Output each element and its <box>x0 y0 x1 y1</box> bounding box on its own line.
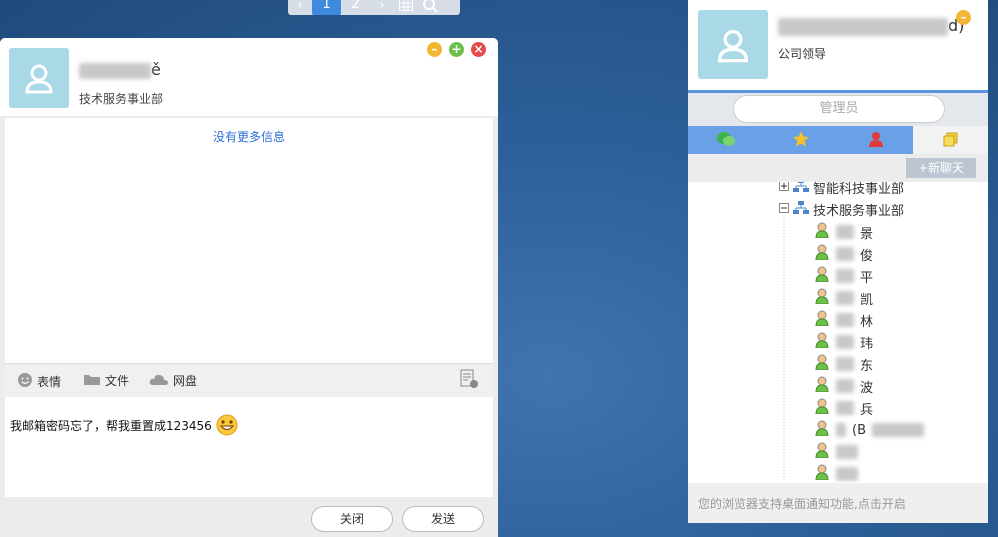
grin-emoji-icon <box>216 414 238 439</box>
my-name: d) <box>778 16 964 36</box>
org-chart-icon <box>793 200 809 219</box>
contact-name: ě <box>79 60 161 79</box>
org-chart-icon <box>793 182 809 197</box>
user-online-icon <box>814 310 830 330</box>
list-item[interactable]: (B <box>814 420 924 440</box>
search-input[interactable]: 管理员 <box>733 95 945 123</box>
tab-groups[interactable] <box>913 126 988 154</box>
message-input[interactable]: 我邮箱密码忘了，帮我重置成123456 <box>5 397 493 497</box>
file-label: 文件 <box>105 374 130 388</box>
list-item[interactable]: 俊 <box>814 244 873 264</box>
folder-icon <box>83 372 101 389</box>
chat-bubble-icon <box>716 130 736 151</box>
list-item[interactable]: 林 <box>814 310 873 330</box>
redacted-name <box>79 62 151 79</box>
panel-tabs <box>688 126 988 154</box>
grid-view-icon[interactable] <box>394 0 418 15</box>
close-button[interactable]: 关闭 <box>311 506 393 532</box>
list-item[interactable]: 平 <box>814 266 873 286</box>
message-history[interactable]: 没有更多信息 <box>5 118 493 363</box>
user-online-icon <box>814 420 830 440</box>
search-row: 管理员 <box>688 93 988 126</box>
panel-toolbar: +新聊天 <box>688 154 988 182</box>
contact-avatar[interactable] <box>9 48 69 108</box>
tab-contacts[interactable] <box>838 126 913 154</box>
list-item[interactable]: 波 <box>814 376 873 396</box>
tree-group-smart-tech[interactable]: 智能科技事业部 <box>779 182 904 197</box>
window-controls: – + × <box>427 42 486 57</box>
emoji-button[interactable]: 表情 <box>17 372 61 391</box>
user-online-icon <box>814 376 830 396</box>
tab-favorites[interactable] <box>763 126 838 154</box>
netdisk-label: 网盘 <box>173 374 198 388</box>
maximize-button[interactable]: + <box>449 42 464 57</box>
org-tree[interactable]: 智能科技事业部 技术服务事业部 景 俊 平 凯 林 玮 东 波 兵 (B <box>688 182 988 482</box>
new-chat-button[interactable]: +新聊天 <box>906 158 976 178</box>
user-online-icon <box>814 464 830 482</box>
smiley-icon <box>17 372 33 391</box>
list-item[interactable]: 兵 <box>814 398 873 418</box>
chat-header: ě 技术服务事业部 – + × <box>0 38 498 116</box>
panel-minimize-button[interactable]: – <box>956 10 971 25</box>
chat-pager: ‹ 1 2 › <box>288 0 460 15</box>
netdisk-button[interactable]: 网盘 <box>149 372 197 389</box>
list-item[interactable]: 玮 <box>814 332 873 352</box>
collapse-minus-icon <box>779 202 789 217</box>
send-button[interactable]: 发送 <box>402 506 484 532</box>
user-online-icon <box>814 288 830 308</box>
expand-plus-icon <box>779 182 789 195</box>
cloud-icon <box>149 372 169 389</box>
list-item[interactable] <box>814 442 864 462</box>
group-label: 技术服务事业部 <box>813 204 905 219</box>
page-2-button[interactable]: 2 <box>341 0 370 15</box>
user-online-icon <box>814 398 830 418</box>
redacted-my-name <box>778 17 948 36</box>
file-button[interactable]: 文件 <box>83 372 129 389</box>
history-doc-icon <box>459 369 479 392</box>
person-icon <box>867 130 885 151</box>
page-1-button[interactable]: 1 <box>312 0 341 15</box>
group-label: 智能科技事业部 <box>813 182 905 197</box>
emoji-label: 表情 <box>37 375 62 389</box>
tree-group-tech-service[interactable]: 技术服务事业部 <box>779 200 904 219</box>
notification-text[interactable]: 您的浏览器支持桌面通知功能,点击开启 <box>698 495 906 512</box>
tab-recent-chats[interactable] <box>688 126 763 154</box>
list-item[interactable] <box>814 464 864 482</box>
my-role: 公司领导 <box>778 47 827 61</box>
no-more-messages-link[interactable]: 没有更多信息 <box>5 128 493 145</box>
next-page-button[interactable]: › <box>370 0 394 15</box>
search-icon[interactable] <box>418 0 442 15</box>
minimize-button[interactable]: – <box>427 42 442 57</box>
prev-page-button[interactable]: ‹ <box>288 0 312 15</box>
user-online-icon <box>814 332 830 352</box>
notification-banner[interactable]: 您的浏览器支持桌面通知功能,点击开启 <box>688 483 988 523</box>
list-item[interactable]: 凯 <box>814 288 873 308</box>
user-online-icon <box>814 442 830 462</box>
list-item[interactable]: 景 <box>814 222 873 242</box>
list-item[interactable]: 东 <box>814 354 873 374</box>
message-input-text[interactable]: 我邮箱密码忘了，帮我重置成123456 <box>10 414 238 439</box>
user-online-icon <box>814 222 830 242</box>
group-cards-icon <box>942 130 960 151</box>
user-online-icon <box>814 244 830 264</box>
my-avatar[interactable] <box>698 10 768 79</box>
contact-department: 技术服务事业部 <box>79 92 164 106</box>
star-icon <box>792 130 810 151</box>
close-window-button[interactable]: × <box>471 42 486 57</box>
profile-header: d) 公司领导 – <box>688 0 988 93</box>
chat-window: ě 技术服务事业部 – + × 没有更多信息 表情 文件 网盘 我邮箱密码忘了，… <box>0 38 498 537</box>
user-online-icon <box>814 354 830 374</box>
chat-history-button[interactable] <box>459 369 479 392</box>
chat-toolbar: 表情 文件 网盘 <box>5 363 493 398</box>
user-online-icon <box>814 266 830 286</box>
contacts-panel: d) 公司领导 – 管理员 +新聊天 智能科技事业部 技术服务事业部 景 俊 平… <box>688 0 988 523</box>
